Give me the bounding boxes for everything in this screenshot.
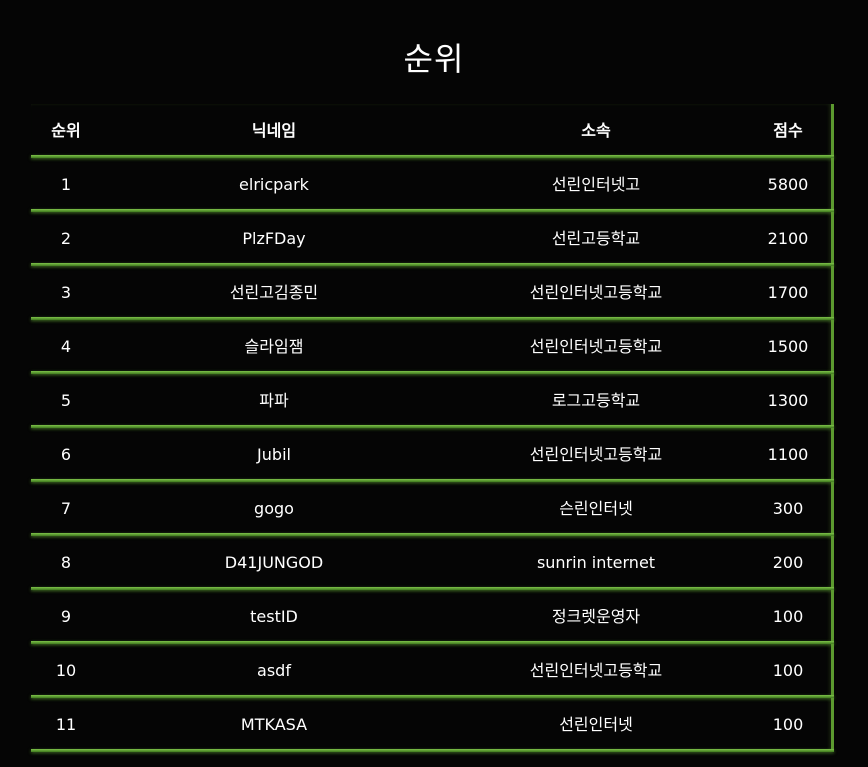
rank-cell: 5	[60, 391, 72, 410]
nickname-cell: asdf	[257, 661, 291, 680]
score-cell: 2100	[767, 229, 809, 248]
header-nickname: 닉네임	[251, 121, 297, 140]
nickname-cell: 파파	[259, 391, 289, 410]
rank-cell: 1	[60, 175, 72, 194]
nickname-cell: MTKASA	[240, 715, 308, 734]
table-row: 10 asdf 선린인터넷고등학교 100	[31, 644, 834, 698]
score-cell: 5800	[767, 175, 809, 194]
rank-cell: 10	[55, 661, 77, 680]
affiliation-cell: 선린인터넷고	[551, 175, 641, 194]
table-row: 1 elricpark 선린인터넷고 5800	[31, 158, 834, 212]
header-rank: 순위	[51, 121, 81, 140]
affiliation-cell: 선린인터넷고등학교	[529, 661, 663, 680]
table-row: 2 PlzFDay 선린고등학교 2100	[31, 212, 834, 266]
rank-cell: 6	[60, 445, 72, 464]
affiliation-cell: 선린인터넷	[559, 715, 633, 734]
score-cell: 1100	[767, 445, 809, 464]
table-row: 5 파파 로그고등학교 1300	[31, 374, 834, 428]
score-cell: 300	[772, 499, 804, 518]
header-affiliation: 소속	[581, 121, 611, 140]
nickname-cell: 슬라임잼	[244, 337, 304, 356]
rank-cell: 4	[60, 337, 72, 356]
affiliation-cell: 선린인터넷고등학교	[529, 283, 663, 302]
score-cell: 100	[772, 715, 804, 734]
table-row: 7 gogo 슨린인터넷 300	[31, 482, 834, 536]
score-cell: 100	[772, 661, 804, 680]
rank-cell: 9	[60, 607, 72, 626]
table-row: 4 슬라임잼 선린인터넷고등학교 1500	[31, 320, 834, 374]
rank-cell: 7	[60, 499, 72, 518]
rank-cell: 8	[60, 553, 72, 572]
ranking-table: 순위 닉네임 소속 점수 1 elricpark 선린인터넷고 5800 2 P…	[31, 104, 834, 752]
table-row: 11 MTKASA 선린인터넷 100	[31, 698, 834, 752]
rank-cell: 2	[60, 229, 72, 248]
affiliation-cell: 정크렛운영자	[551, 607, 641, 626]
nickname-cell: PlzFDay	[242, 229, 306, 248]
score-cell: 1500	[767, 337, 809, 356]
score-cell: 1700	[767, 283, 809, 302]
nickname-cell: D41JUNGOD	[224, 553, 324, 572]
affiliation-cell: 선린고등학교	[551, 229, 641, 248]
table-row: 8 D41JUNGOD sunrin internet 200	[31, 536, 834, 590]
nickname-cell: gogo	[254, 499, 294, 518]
table-row: 9 testID 정크렛운영자 100	[31, 590, 834, 644]
score-cell: 200	[772, 553, 804, 572]
score-cell: 1300	[767, 391, 809, 410]
table-row: 3 선린고김종민 선린인터넷고등학교 1700	[31, 266, 834, 320]
rank-cell: 11	[55, 715, 77, 734]
header-score: 점수	[773, 121, 803, 140]
score-cell: 100	[772, 607, 804, 626]
nickname-cell: Jubil	[257, 445, 291, 464]
affiliation-cell: 로그고등학교	[551, 391, 641, 410]
affiliation-cell: sunrin internet	[536, 553, 656, 572]
nickname-cell: testID	[250, 607, 298, 626]
affiliation-cell: 선린인터넷고등학교	[529, 337, 663, 356]
nickname-cell: elricpark	[239, 175, 309, 194]
table-header-row: 순위 닉네임 소속 점수	[31, 104, 834, 158]
table-row: 6 Jubil 선린인터넷고등학교 1100	[31, 428, 834, 482]
rank-cell: 3	[60, 283, 72, 302]
affiliation-cell: 슨린인터넷	[559, 499, 633, 518]
affiliation-cell: 선린인터넷고등학교	[529, 445, 663, 464]
page-title: 순위	[403, 40, 465, 78]
ranking-page: 순위 순위 닉네임 소속 점수 1 elricpark 선린인터넷고 5800 …	[0, 0, 868, 767]
nickname-cell: 선린고김종민	[229, 283, 319, 302]
